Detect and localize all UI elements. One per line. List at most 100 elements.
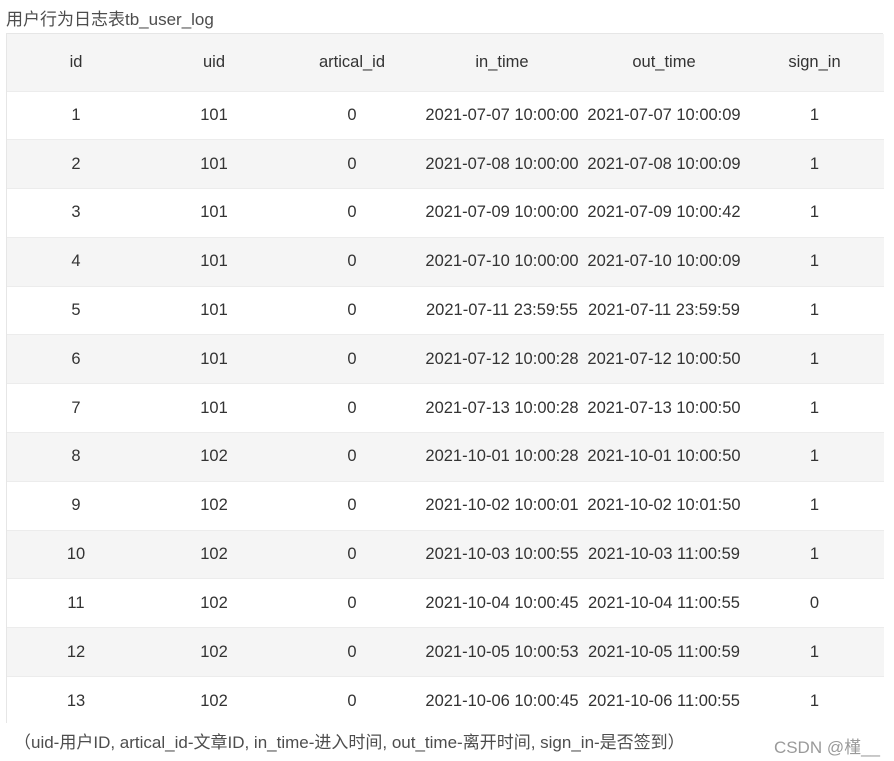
cell-id: 9 <box>7 480 145 531</box>
cell-artical-id: 0 <box>283 529 421 579</box>
table-row: 6 101 0 2021-07-12 10:00:28 2021-07-12 10:00… <box>7 334 884 384</box>
table-header-row: id uid artical_id in_time out_time sign_… <box>7 34 884 91</box>
cell-in-time: 2021-07-07 10:00:00 <box>421 90 583 140</box>
page: 用户行为日志表tb_user_log id uid artical_id in_… <box>0 0 894 761</box>
cell-artical-id: 0 <box>283 285 421 335</box>
cell-out-time: 2021-10-03 11:00:59 <box>583 529 745 579</box>
cell-artical-id: 0 <box>283 578 421 628</box>
cell-id: 6 <box>7 334 145 384</box>
cell-artical-id: 0 <box>283 676 421 726</box>
cell-uid: 102 <box>145 432 283 482</box>
cell-id: 10 <box>7 529 145 579</box>
cell-sign-in: 0 <box>745 578 884 628</box>
cell-in-time: 2021-07-11 23:59:55 <box>421 285 583 335</box>
cell-sign-in: 1 <box>745 139 884 189</box>
cell-in-time: 2021-10-05 10:00:53 <box>421 627 583 677</box>
cell-uid: 102 <box>145 627 283 677</box>
column-header-id: id <box>69 52 83 71</box>
cell-uid: 101 <box>145 188 283 238</box>
cell-in-time: 2021-10-04 10:00:45 <box>421 578 583 628</box>
cell-in-time: 2021-10-06 10:00:45 <box>421 676 583 726</box>
cell-sign-in: 1 <box>745 334 884 384</box>
table-row: 4 101 0 2021-07-10 10:00:00 2021-07-10 10:00… <box>7 236 884 287</box>
column-header-artical-id: artical_id <box>318 52 386 71</box>
cell-sign-in: 1 <box>745 676 884 726</box>
cell-artical-id: 0 <box>283 236 421 287</box>
cell-in-time: 2021-10-02 10:00:01 <box>421 480 583 531</box>
cell-id: 4 <box>7 236 145 287</box>
cell-out-time: 2021-07-07 10:00:09 <box>583 90 745 140</box>
cell-artical-id: 0 <box>283 188 421 238</box>
table-row: 9 102 0 2021-10-02 10:00:01 2021-10-02 10:01… <box>7 480 884 531</box>
table-row: 2 101 0 2021-07-08 10:00:00 2021-07-08 10:00… <box>7 139 884 189</box>
cell-sign-in: 1 <box>745 627 884 677</box>
cell-id: 12 <box>7 627 145 677</box>
cell-uid: 101 <box>145 285 283 335</box>
table-row: 13 102 0 2021-10-06 10:00:45 2021-10-06 11:0… <box>7 676 884 726</box>
cell-out-time: 2021-10-06 11:00:55 <box>583 676 745 726</box>
cell-id: 5 <box>7 285 145 335</box>
cell-in-time: 2021-07-10 10:00:00 <box>421 236 583 287</box>
cell-artical-id: 0 <box>283 90 421 140</box>
cell-uid: 101 <box>145 334 283 384</box>
table-row: 1 101 0 2021-07-07 10:00:00 2021-07-07 10:00… <box>7 90 884 140</box>
cell-out-time: 2021-07-10 10:00:09 <box>583 236 745 287</box>
cell-in-time: 2021-10-01 10:00:28 <box>421 432 583 482</box>
cell-uid: 101 <box>145 236 283 287</box>
table-body: 1 101 0 2021-07-07 10:00:00 2021-07-07 10:00… <box>7 90 884 726</box>
cell-out-time: 2021-10-02 10:01:50 <box>583 480 745 531</box>
cell-sign-in: 1 <box>745 383 884 433</box>
cell-in-time: 2021-10-03 10:00:55 <box>421 529 583 579</box>
cell-uid: 101 <box>145 383 283 433</box>
column-header-sign-in: sign_in <box>788 52 841 71</box>
cell-sign-in: 1 <box>745 285 884 335</box>
watermark: CSDN @槿__ <box>773 738 880 757</box>
cell-uid: 101 <box>145 90 283 140</box>
cell-in-time: 2021-07-13 10:00:28 <box>421 383 583 433</box>
cell-id: 3 <box>7 188 145 238</box>
cell-id: 1 <box>7 90 145 140</box>
table-row: 3 101 0 2021-07-09 10:00:00 2021-07-09 10:00… <box>7 188 884 238</box>
cell-id: 2 <box>7 139 145 189</box>
table-caption: 用户行为日志表tb_user_log <box>6 10 214 29</box>
cell-out-time: 2021-07-09 10:00:42 <box>583 188 745 238</box>
cell-out-time: 2021-07-12 10:00:50 <box>583 334 745 384</box>
column-header-uid: uid <box>202 52 226 71</box>
table-row: 5 101 0 2021-07-11 23:59:55 2021-07-11 23:59… <box>7 285 884 335</box>
cell-out-time: 2021-07-11 23:59:59 <box>583 285 745 335</box>
cell-out-time: 2021-10-04 11:00:55 <box>583 578 745 628</box>
table-container: id uid artical_id in_time out_time sign_… <box>6 33 884 726</box>
cell-uid: 102 <box>145 676 283 726</box>
table-row: 11 102 0 2021-10-04 10:00:45 2021-10-04 11:0… <box>7 578 884 628</box>
cell-out-time: 2021-10-01 10:00:50 <box>583 432 745 482</box>
cell-uid: 101 <box>145 139 283 189</box>
table-row: 10 102 0 2021-10-03 10:00:55 2021-10-03 11:0… <box>7 529 884 579</box>
column-legend-note: （uid-用户ID, artical_id-文章ID, in_time-进入时间… <box>14 733 685 752</box>
cell-id: 11 <box>7 578 145 628</box>
table-row: 7 101 0 2021-07-13 10:00:28 2021-07-13 10:00… <box>7 383 884 433</box>
cell-sign-in: 1 <box>745 529 884 579</box>
cell-out-time: 2021-07-08 10:00:09 <box>583 139 745 189</box>
table-row: 8 102 0 2021-10-01 10:00:28 2021-10-01 10:00… <box>7 432 884 482</box>
cell-out-time: 2021-07-13 10:00:50 <box>583 383 745 433</box>
cell-sign-in: 1 <box>745 432 884 482</box>
cell-artical-id: 0 <box>283 139 421 189</box>
cell-uid: 102 <box>145 578 283 628</box>
cell-id: 13 <box>7 676 145 726</box>
table-row: 12 102 0 2021-10-05 10:00:53 2021-10-05 11:0… <box>7 627 884 677</box>
cell-sign-in: 1 <box>745 90 884 140</box>
cell-artical-id: 0 <box>283 383 421 433</box>
cell-in-time: 2021-07-09 10:00:00 <box>421 188 583 238</box>
cell-sign-in: 1 <box>745 188 884 238</box>
cell-in-time: 2021-07-12 10:00:28 <box>421 334 583 384</box>
cell-id: 8 <box>7 432 145 482</box>
cell-artical-id: 0 <box>283 627 421 677</box>
user-log-table: id uid artical_id in_time out_time sign_… <box>7 34 884 726</box>
cell-sign-in: 1 <box>745 236 884 287</box>
cell-out-time: 2021-10-05 11:00:59 <box>583 627 745 677</box>
column-header-in-time: in_time <box>475 52 529 71</box>
column-header-out-time: out_time <box>632 52 696 71</box>
cell-uid: 102 <box>145 529 283 579</box>
cell-artical-id: 0 <box>283 480 421 531</box>
cell-id: 7 <box>7 383 145 433</box>
